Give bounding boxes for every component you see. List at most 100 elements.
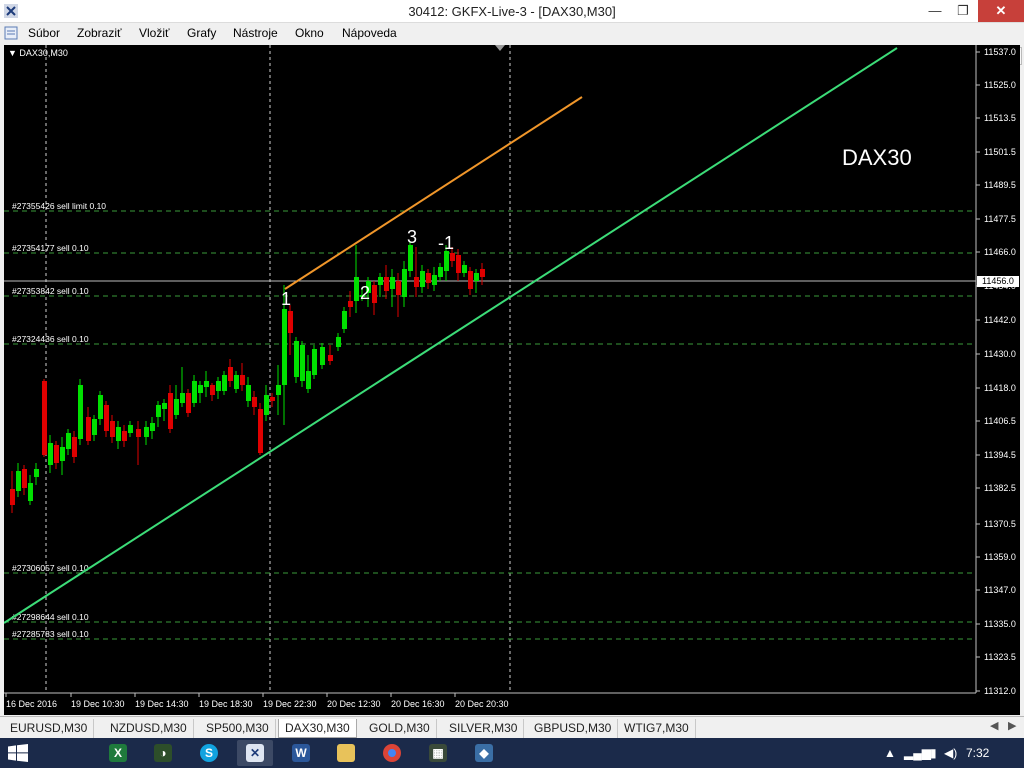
taskbar-metatrader[interactable]: ◑ (145, 740, 181, 766)
maximize-button[interactable]: ❐ (948, 0, 978, 22)
tab-scroll-right-icon[interactable]: ▶ (1008, 719, 1016, 732)
tray-volume-icon[interactable]: ◀) (944, 746, 957, 760)
candle-body (396, 281, 401, 295)
menu-insert[interactable]: Vložiť (139, 26, 170, 40)
candle-body (186, 393, 191, 413)
price-chart[interactable]: 11537.0 11525.0 11513.5 11501.5 11489.5 11477… (4, 45, 1020, 715)
wave-label: 2 (360, 283, 370, 303)
candle-body (28, 483, 33, 501)
candle-body (270, 397, 275, 401)
tray-battery-icon[interactable]: ▮ (930, 746, 937, 760)
taskbar-clock[interactable]: 7:32 (966, 746, 989, 760)
price-tick-label: 11489.5 (984, 180, 1016, 190)
tray-network-icon[interactable]: ▂▄▆ (904, 746, 931, 760)
channel-trendline[interactable] (284, 96, 583, 290)
candle-body (450, 253, 455, 261)
candle-body (294, 341, 299, 377)
price-tick-label: 11323.5 (984, 652, 1016, 662)
candle-body (104, 405, 109, 431)
window-title: 30412: GKFX-Live-3 - [DAX30,M30] (408, 4, 616, 19)
support-trendline[interactable] (4, 47, 898, 624)
candle-body (258, 409, 263, 453)
candle-body (144, 427, 149, 437)
candle-body (168, 393, 173, 429)
price-tick-label: 11466.0 (984, 247, 1016, 257)
candle-body (98, 395, 103, 419)
candle-body (288, 311, 293, 333)
tab-sp500[interactable]: SP500,M30 (200, 719, 276, 738)
time-tick-label: 20 Dec 20:30 (455, 699, 509, 709)
current-price-label: 11456.0 (982, 276, 1014, 286)
taskbar-metatrader2[interactable]: ▦ (420, 740, 456, 766)
candle-body (402, 269, 407, 297)
taskbar-skype[interactable]: S (191, 740, 227, 766)
candle-body (420, 271, 425, 287)
tab-eurusd[interactable]: EURUSD,M30 (4, 719, 95, 738)
candle-body (426, 273, 431, 283)
tab-silver[interactable]: SILVER,M30 (443, 719, 525, 738)
tab-dax30[interactable]: DAX30,M30 (278, 719, 357, 738)
price-tick-label: 11513.5 (984, 113, 1016, 123)
candle-body (128, 425, 133, 433)
time-tick-label: 19 Dec 10:30 (71, 699, 125, 709)
chart-canvas[interactable]: 11537.0 11525.0 11513.5 11501.5 11489.5 11477… (4, 45, 1020, 715)
tab-wtig7[interactable]: WTIG7,M30 (618, 719, 696, 738)
taskbar-chrome[interactable] (374, 740, 410, 766)
candle-body (438, 267, 443, 277)
candle-body (246, 385, 251, 401)
candle-body (408, 245, 413, 271)
minimize-button[interactable]: — (920, 0, 950, 22)
menu-view[interactable]: Zobraziť (77, 26, 122, 40)
tab-gold[interactable]: GOLD,M30 (363, 719, 437, 738)
tab-nzdusd[interactable]: NZDUSD,M30 (104, 719, 194, 738)
time-tick-label: 20 Dec 16:30 (391, 699, 445, 709)
menu-file[interactable]: Súbor (28, 26, 60, 40)
menu-help[interactable]: Nápoveda (342, 26, 397, 40)
tab-scroll-left-icon[interactable]: ◀ (990, 719, 998, 732)
windows-start-icon[interactable] (8, 744, 28, 762)
taskbar-metatrader3[interactable]: ◆ (466, 740, 502, 766)
candle-body (432, 275, 437, 285)
candle-body (22, 469, 27, 488)
document-icon[interactable] (4, 26, 18, 40)
chrome-icon (383, 744, 401, 762)
price-tick-label: 11537.0 (984, 47, 1016, 57)
period-separator-marker (495, 45, 505, 51)
candle-body (240, 375, 245, 385)
candle-body (110, 421, 115, 437)
candle-body (116, 427, 121, 441)
candle-body (474, 273, 479, 281)
title-bar: 30412: GKFX-Live-3 - [DAX30,M30] — ❐ ✕ (0, 0, 1024, 23)
menu-charts[interactable]: Grafy (187, 26, 216, 40)
taskbar-word[interactable]: W (283, 740, 319, 766)
candle-body (16, 471, 21, 491)
candle-body (264, 395, 269, 415)
candle-body (136, 429, 141, 437)
menu-window[interactable]: Okno (295, 26, 324, 40)
menu-tools[interactable]: Nástroje (233, 26, 278, 40)
candle-body (300, 345, 305, 381)
metatrader3-icon: ◆ (475, 744, 493, 762)
price-tick-label: 11442.0 (984, 315, 1016, 325)
candle-body (228, 367, 233, 381)
taskbar-file-explorer[interactable] (328, 740, 364, 766)
tray-up-arrow-icon[interactable]: ▲ (884, 746, 896, 760)
taskbar-metatrader-active[interactable]: ✕ (237, 740, 273, 766)
candle-body (378, 277, 383, 285)
order-label: #27285783 sell 0.10 (12, 629, 89, 639)
candle-body (48, 443, 53, 465)
candle-body (312, 349, 317, 375)
candle-body (480, 269, 485, 277)
tab-gbpusd[interactable]: GBPUSD,M30 (528, 719, 619, 738)
close-button[interactable]: ✕ (978, 0, 1024, 22)
skype-icon: S (200, 744, 218, 762)
candle-body (150, 423, 155, 431)
taskbar-excel[interactable]: X (100, 740, 136, 766)
candle-body (54, 445, 59, 463)
price-tick-label: 11359.0 (984, 552, 1016, 562)
candle-body (174, 399, 179, 415)
candle-body (328, 355, 333, 361)
candle-body (180, 393, 185, 403)
candle-body (348, 301, 353, 307)
candle-body (390, 277, 395, 289)
